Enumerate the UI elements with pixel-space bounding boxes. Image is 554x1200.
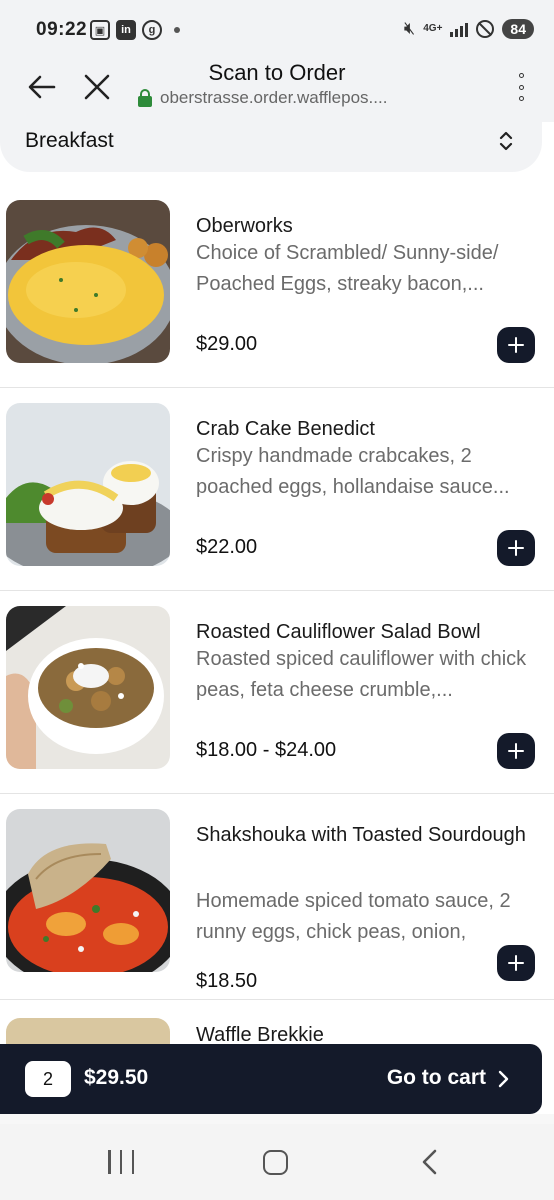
status-time: 09:22 <box>36 19 88 40</box>
menu-list: Oberworks Choice of Scrambled/ Sunny-sid… <box>0 185 554 1078</box>
add-to-cart-button[interactable] <box>497 733 535 769</box>
status-bar: 09:22 ▣ in g 🔇︎ 4G+ 84 <box>0 0 554 60</box>
item-description: Homemade spiced tomato sauce, 2 runny eg… <box>196 890 511 943</box>
more-dot-icon <box>518 84 524 90</box>
system-navigation-bar <box>0 1124 554 1200</box>
more-dot-icon <box>518 96 524 101</box>
signal-icon <box>450 21 469 37</box>
item-description: Choice of Scrambled/ Sunny-side/ Poached… <box>196 242 499 295</box>
item-photo-oberworks <box>6 200 170 363</box>
arrow-left-icon <box>28 75 56 99</box>
system-back-icon[interactable] <box>418 1148 440 1176</box>
menu-item[interactable]: Crab Cake Benedict Crispy handmade crabc… <box>0 388 554 591</box>
add-to-cart-button[interactable] <box>497 530 535 566</box>
network-type-icon: 4G+ <box>423 23 443 34</box>
cart-item-count: 2 <box>25 1061 71 1097</box>
close-icon <box>84 74 110 100</box>
lock-icon <box>138 89 152 107</box>
battery-indicator: 84 <box>502 18 534 39</box>
menu-item[interactable]: Shakshouka with Toasted Sourdough Homema… <box>0 794 554 1000</box>
category-select[interactable]: Breakfast <box>0 110 542 172</box>
screenshot-notification-icon: ▣ <box>90 20 110 40</box>
cart-spacer <box>0 1114 554 1124</box>
mute-icon: 🔇︎ <box>403 18 416 38</box>
item-price: $18.00 - $24.00 <box>196 739 337 761</box>
item-price: $22.00 <box>196 536 258 558</box>
menu-item[interactable]: Oberworks Choice of Scrambled/ Sunny-sid… <box>0 185 554 388</box>
item-price: $29.00 <box>196 333 258 355</box>
go-to-cart-button[interactable]: Go to cart <box>387 1066 486 1090</box>
more-notifications-dot-icon <box>174 27 180 33</box>
item-description: Roasted spiced cauliflower with chick pe… <box>196 648 527 701</box>
item-photo-crab-cake-benedict <box>6 403 170 566</box>
recent-apps-button[interactable] <box>108 1150 134 1174</box>
recent-apps-icon <box>119 1150 123 1174</box>
item-name: Shakshouka with Toasted Sourdough <box>196 824 526 846</box>
item-photo-shakshouka <box>6 809 170 972</box>
item-photo-roasted-cauliflower-salad-bowl <box>6 606 170 769</box>
item-description: Crispy handmade crabcakes, 2 poached egg… <box>196 445 510 498</box>
close-button[interactable] <box>82 70 112 104</box>
more-options-button[interactable] <box>514 70 528 104</box>
chevron-right-icon <box>498 1070 509 1088</box>
url-display[interactable]: oberstrasse.order.wafflepos.... <box>138 88 387 108</box>
cart-bar[interactable]: 2 $29.50 Go to cart <box>0 1044 542 1114</box>
add-to-cart-button[interactable] <box>497 945 535 981</box>
menu-item[interactable]: Roasted Cauliflower Salad Bowl Roasted s… <box>0 591 554 794</box>
home-button[interactable] <box>263 1150 288 1175</box>
back-button[interactable] <box>26 70 60 104</box>
chevron-up-down-icon <box>499 131 513 151</box>
recent-apps-icon <box>108 1150 111 1174</box>
do-not-disturb-icon <box>476 19 495 38</box>
item-price: $18.50 <box>196 970 258 992</box>
linkedin-notification-icon: in <box>116 20 136 40</box>
cart-total: $29.50 <box>84 1066 149 1089</box>
recent-apps-icon <box>131 1150 134 1174</box>
category-selected-label: Breakfast <box>25 129 114 152</box>
url-text: oberstrasse.order.wafflepos.... <box>160 88 388 107</box>
system-status-icons: 🔇︎ 4G+ 84 <box>404 18 534 39</box>
more-dot-icon <box>518 73 524 78</box>
add-to-cart-button[interactable] <box>497 327 535 363</box>
notification-icons: ▣ in g <box>90 20 180 40</box>
app-notification-icon: g <box>142 20 162 40</box>
